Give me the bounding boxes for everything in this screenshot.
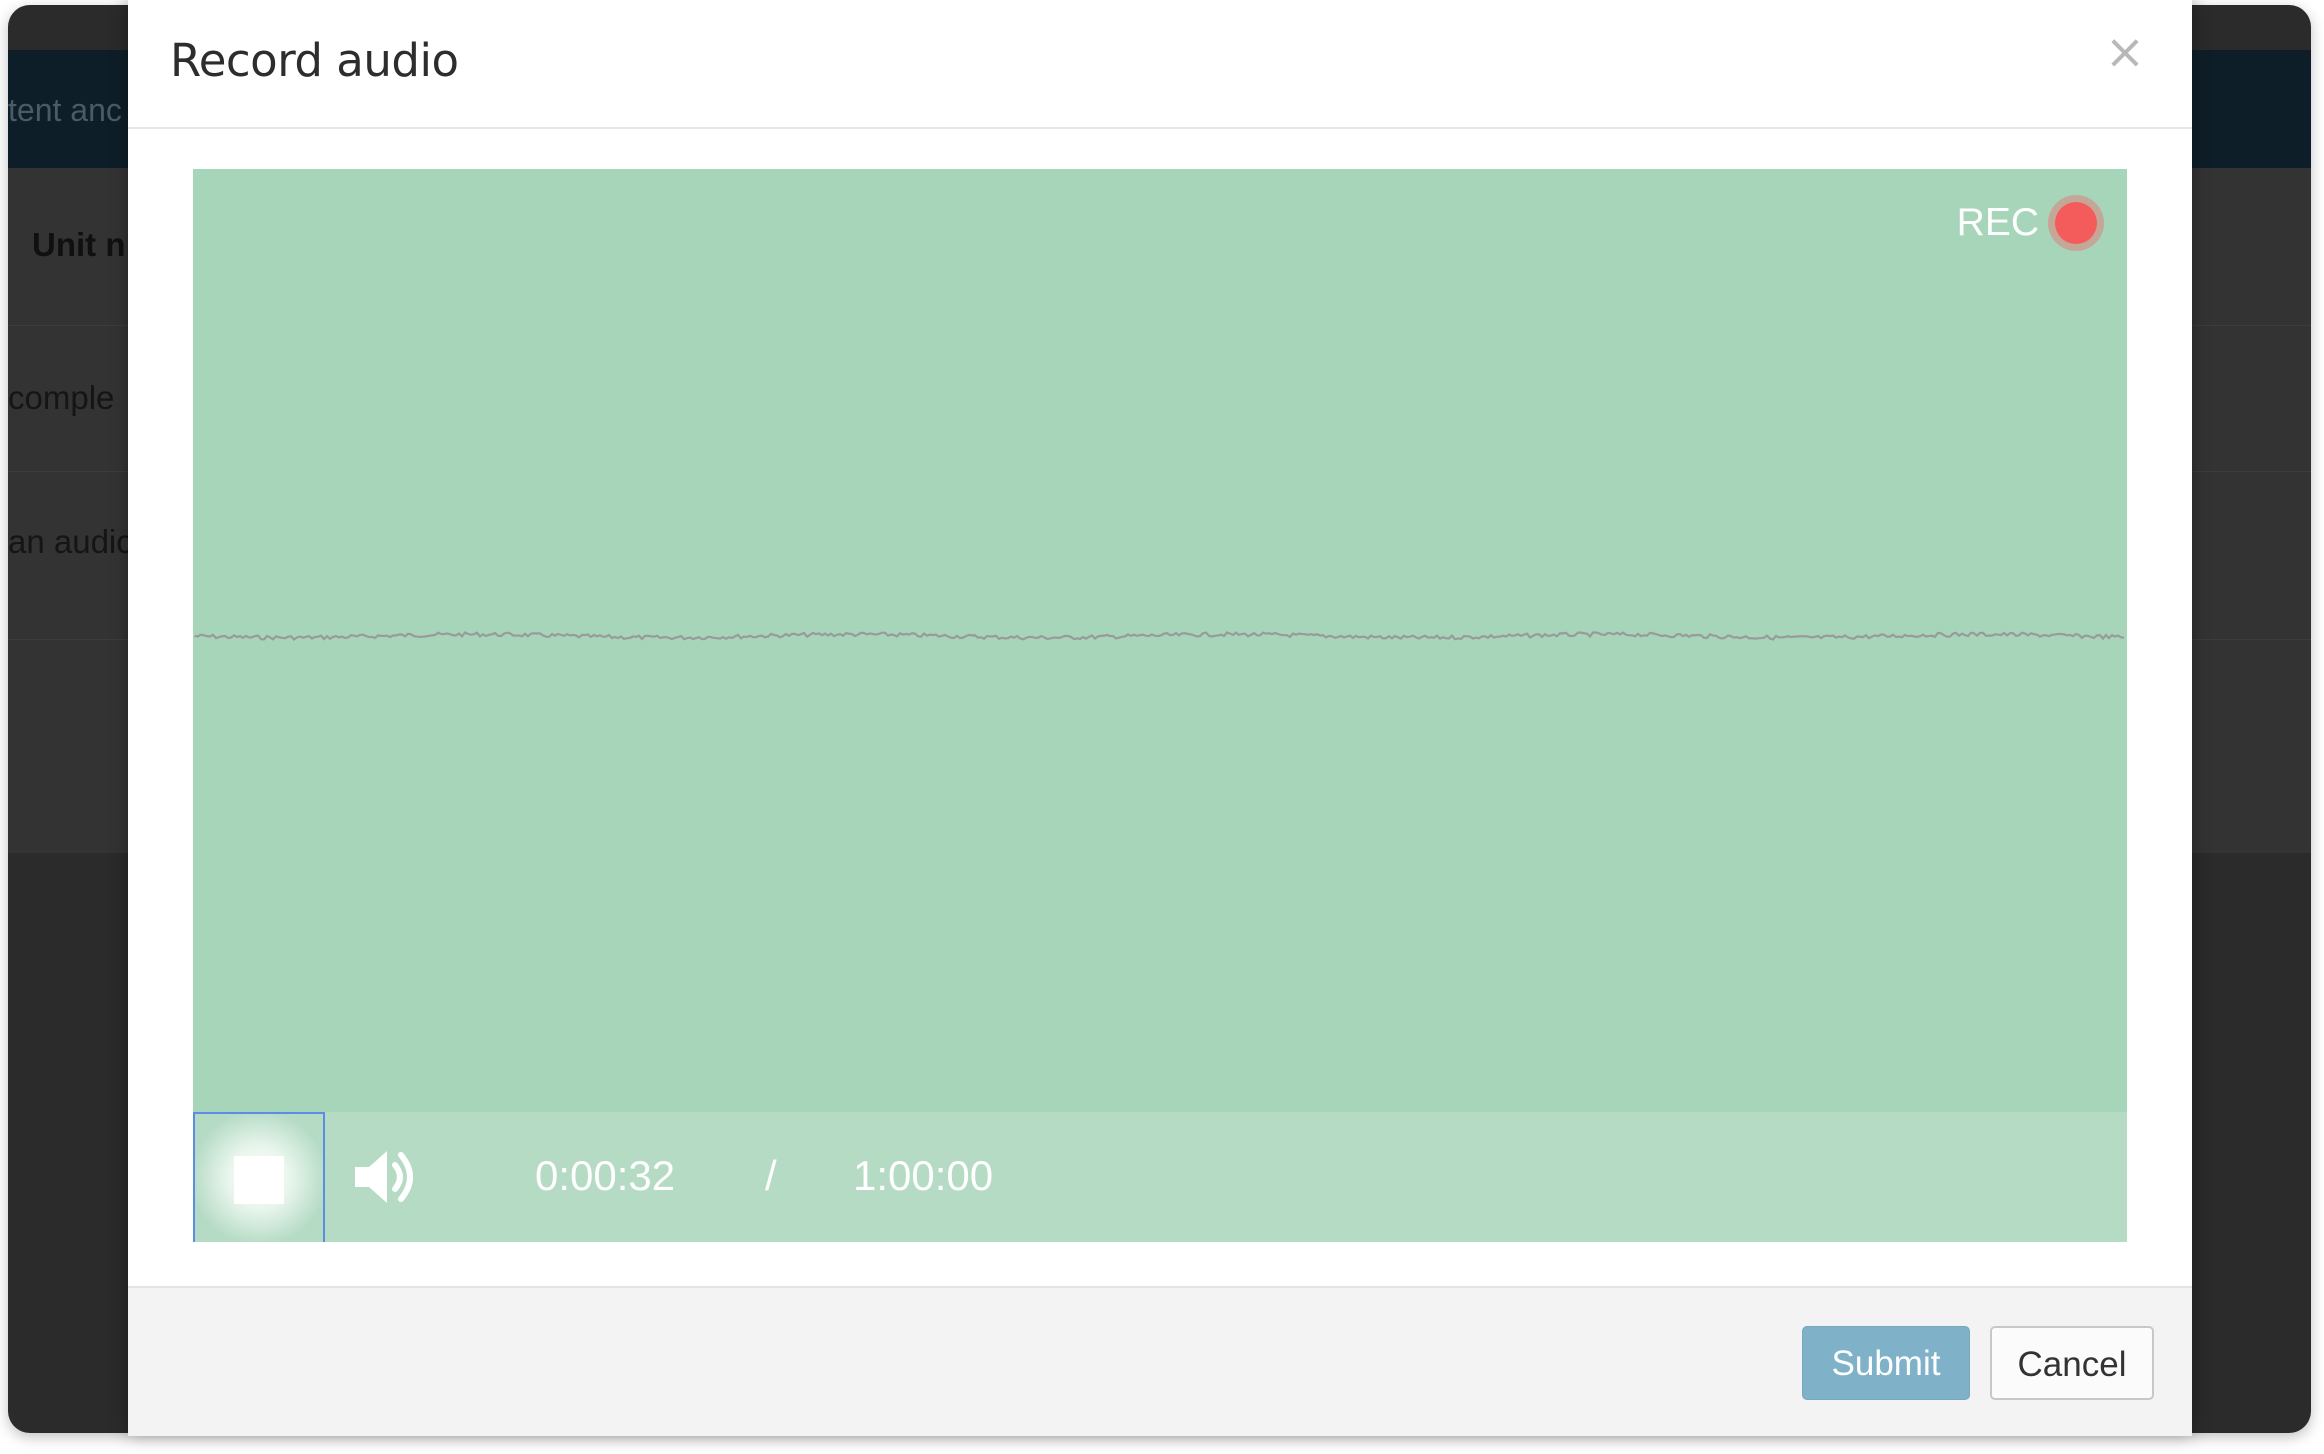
rec-label: REC <box>1956 201 2039 244</box>
dialog-footer: Submit Cancel <box>128 1286 2192 1436</box>
max-time: 1:00:00 <box>853 1152 994 1199</box>
record-audio-dialog: Record audio × REC 0:00:32 / 1:00:00 Sub… <box>128 0 2192 1436</box>
table-cell: comple <box>8 379 115 416</box>
dialog-body: REC 0:00:32 / 1:00:00 <box>128 129 2192 1286</box>
table-cell: an audic <box>8 523 133 560</box>
cancel-button[interactable]: Cancel <box>1990 1326 2154 1400</box>
recorder-controls: 0:00:32 / 1:00:00 <box>193 1112 2127 1242</box>
current-time: 0:00:32 <box>535 1152 676 1199</box>
time-separator: / <box>765 1152 777 1199</box>
table-header-cell: Unit n <box>32 226 126 263</box>
recording-dot-icon <box>2055 202 2097 244</box>
audio-waveform <box>193 631 2125 641</box>
speaker-volume-icon[interactable] <box>351 1145 419 1209</box>
stop-button[interactable] <box>193 1112 325 1242</box>
stop-icon <box>234 1156 284 1204</box>
dialog-header: Record audio × <box>128 0 2192 129</box>
close-icon[interactable]: × <box>2100 24 2150 80</box>
audio-recorder: REC 0:00:32 / 1:00:00 <box>193 169 2127 1242</box>
dialog-title: Record audio <box>170 34 459 87</box>
submit-button[interactable]: Submit <box>1802 1326 1970 1400</box>
recording-indicator: REC <box>1957 193 2097 253</box>
background-header-text: tent anc <box>8 92 122 128</box>
